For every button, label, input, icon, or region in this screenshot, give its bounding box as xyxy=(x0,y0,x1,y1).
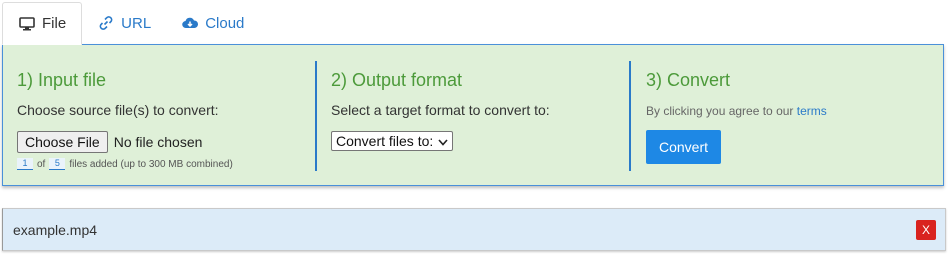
input-file-section: 1) Input file Choose source file(s) to c… xyxy=(17,45,313,185)
files-count-max: 5 xyxy=(49,158,66,170)
files-count-suffix: files added (up to 300 MB combined) xyxy=(69,158,233,170)
choose-file-button[interactable]: Choose File xyxy=(17,131,108,153)
tab-cloud[interactable]: Cloud xyxy=(166,2,259,44)
tab-file[interactable]: File xyxy=(2,2,83,45)
input-file-title: 1) Input file xyxy=(17,70,107,90)
terms-link[interactable]: terms xyxy=(797,104,827,118)
cloud-download-icon xyxy=(181,15,199,31)
files-count: 1 of 5 files added (up to 300 MB combine… xyxy=(17,158,233,170)
monitor-icon xyxy=(18,16,36,32)
tab-label: URL xyxy=(121,14,152,32)
chevron-down-icon xyxy=(438,133,448,149)
file-picker: Choose File No file chosen xyxy=(17,131,202,153)
output-format-title: 2) Output format xyxy=(331,70,463,90)
convert-title: 3) Convert xyxy=(646,70,731,90)
section-divider xyxy=(629,61,631,171)
no-file-chosen-text: No file chosen xyxy=(113,134,203,150)
tab-url[interactable]: URL xyxy=(82,2,166,44)
target-format-select-value: Convert files to: xyxy=(336,133,434,149)
file-list-item: example.mp4 X xyxy=(2,208,946,251)
conversion-panel: 1) Input file Choose source file(s) to c… xyxy=(2,44,944,186)
terms-agreement-text: By clicking you agree to our xyxy=(646,104,797,118)
convert-button[interactable]: Convert xyxy=(646,130,721,164)
source-tabs: File URL Cloud xyxy=(2,2,259,45)
convert-section: 3) Convert By clicking you agree to our … xyxy=(646,45,936,185)
output-format-subtitle: Select a target format to convert to: xyxy=(331,102,550,118)
files-count-of: of xyxy=(37,158,46,170)
file-name: example.mp4 xyxy=(13,222,98,238)
tab-label: Cloud xyxy=(205,14,245,32)
link-icon xyxy=(97,15,115,31)
target-format-select[interactable]: Convert files to: xyxy=(331,131,454,151)
output-format-section: 2) Output format Select a target format … xyxy=(331,45,627,185)
input-file-subtitle: Choose source file(s) to convert: xyxy=(17,102,219,118)
section-divider xyxy=(315,61,317,171)
remove-file-button[interactable]: X xyxy=(916,220,936,240)
terms-agreement: By clicking you agree to our terms xyxy=(646,104,827,118)
files-count-current: 1 xyxy=(17,158,33,170)
tab-label: File xyxy=(42,15,67,32)
